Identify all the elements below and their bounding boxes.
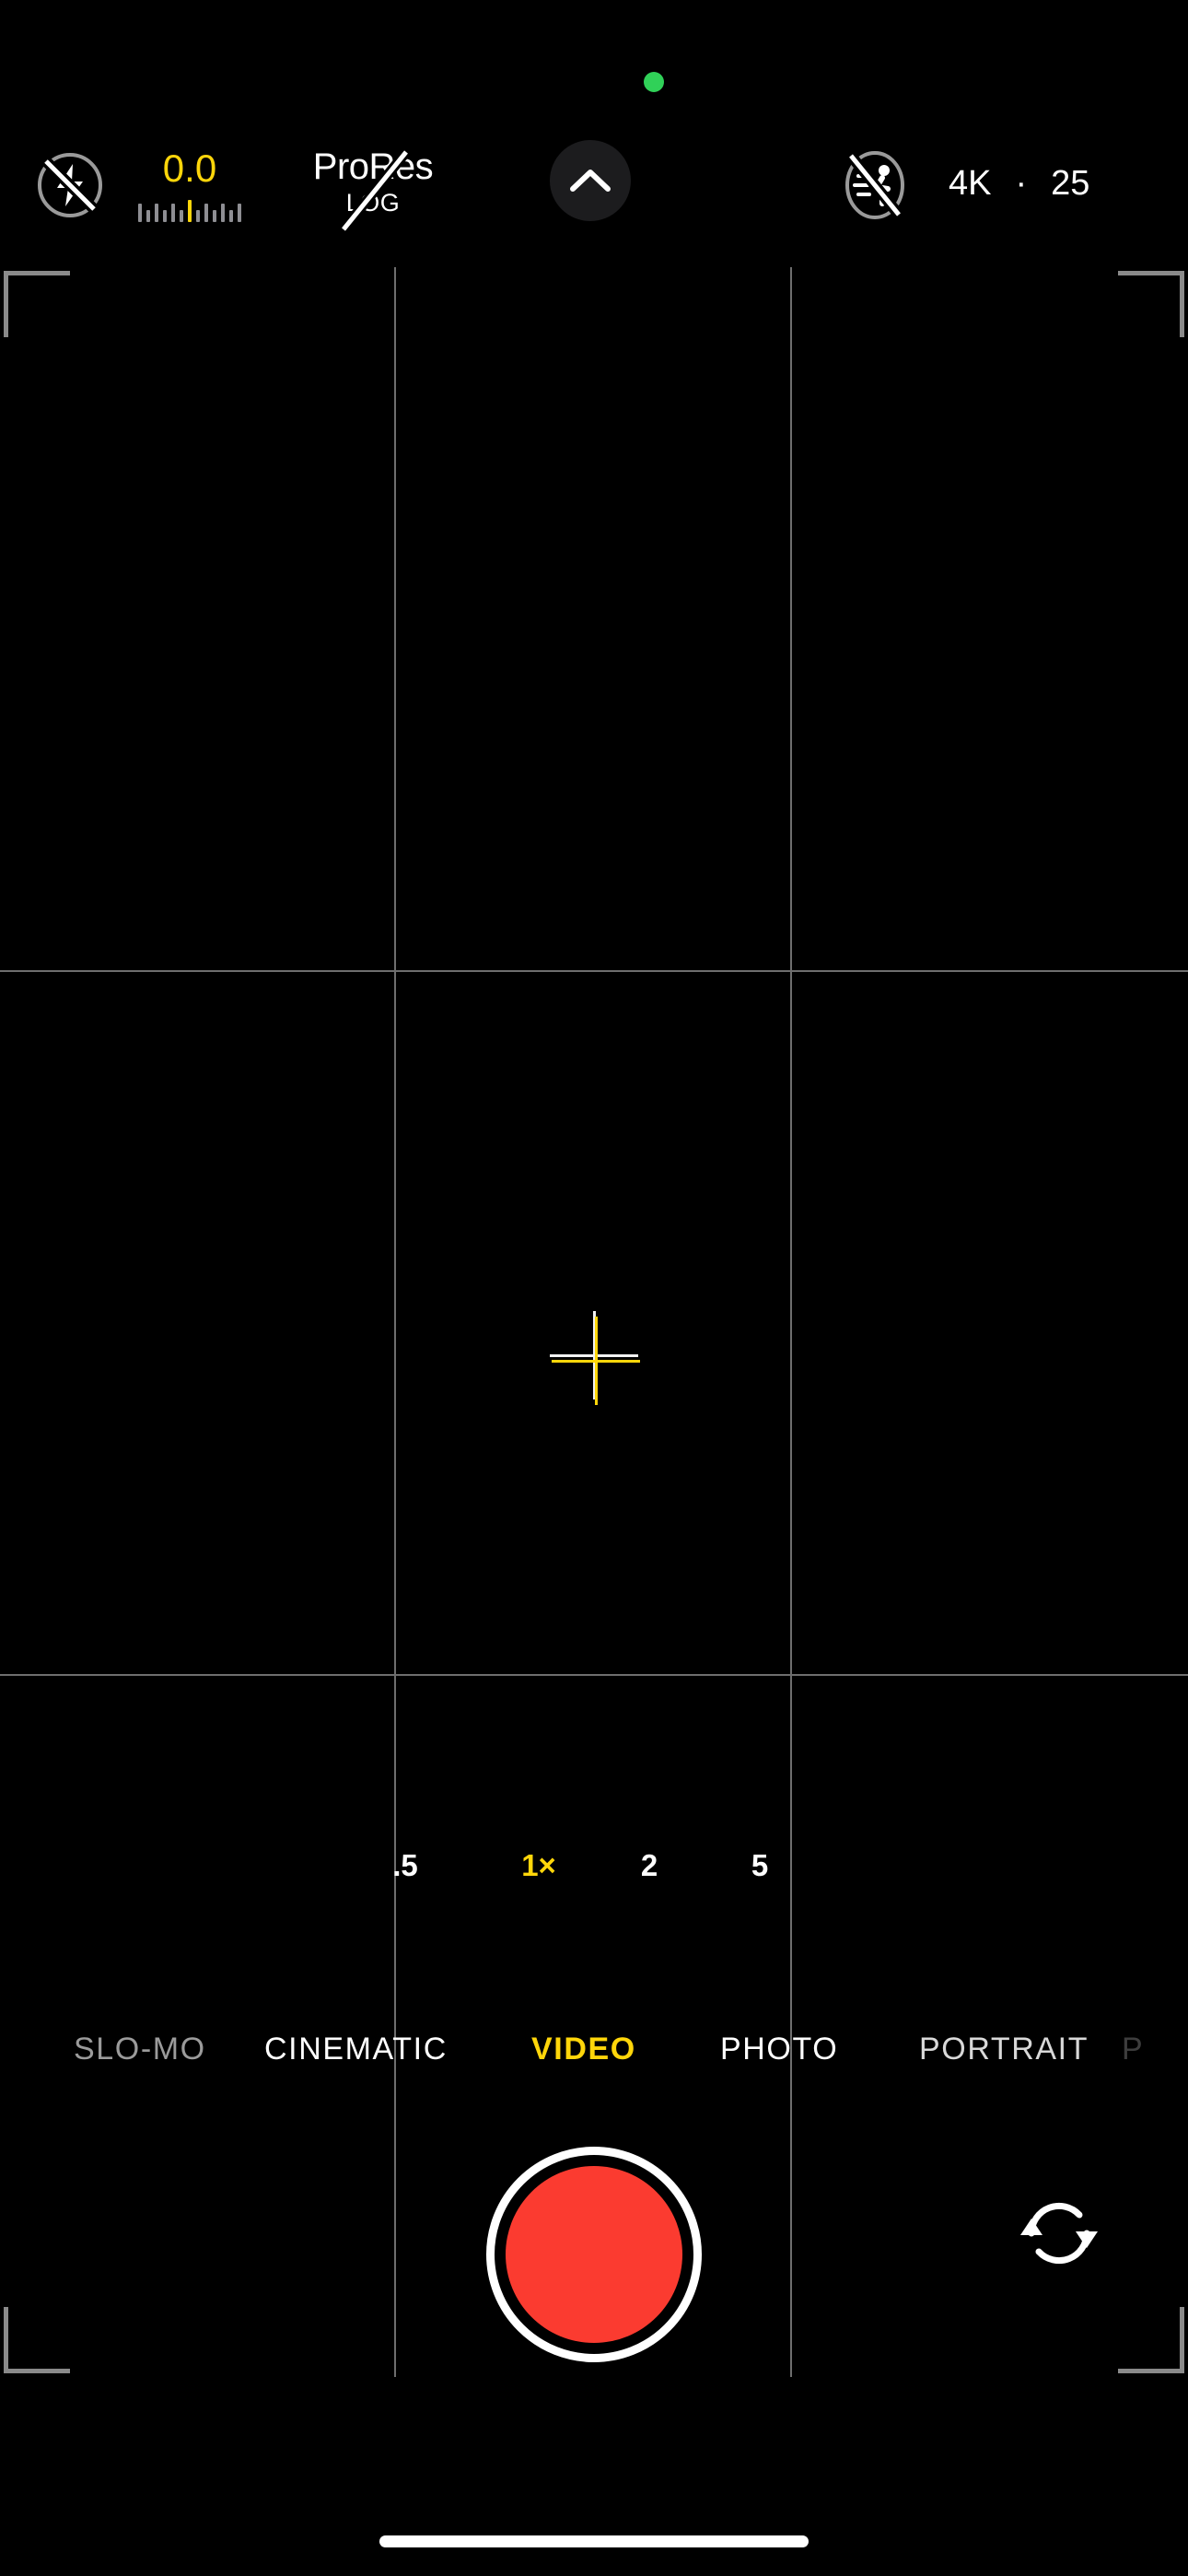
top-control-bar: 0.0 ProRes LOG 4K · 25 [0,140,1188,253]
mode-pano[interactable]: P [1122,2023,1144,2075]
video-format-control[interactable]: 4K · 25 [949,158,1089,209]
zoom-option-2x[interactable]: 2 [617,1848,681,1883]
mode-selector[interactable]: SLO-MO CINEMATIC VIDEO PHOTO PORTRAIT P [0,2023,1188,2075]
frame-corner-bottom-left [4,2307,70,2373]
zoom-option-5x[interactable]: 5 [728,1848,792,1883]
mode-photo[interactable]: PHOTO [720,2023,838,2075]
zoom-option-0-5x[interactable]: .5 [373,1848,437,1883]
camera-in-use-dot [644,72,664,92]
zoom-option-1x[interactable]: 1× [497,1848,580,1883]
record-button-inner [506,2166,682,2343]
grid-line-horizontal-1 [0,970,1188,972]
camera-app-screen: 0.0 ProRes LOG 4K · 25 .5 1× 2 5 SLO-MO … [0,0,1188,2576]
expand-controls-button[interactable] [550,140,631,221]
format-separator: · [1015,164,1028,203]
camera-flip-button[interactable] [1000,2174,1118,2292]
camera-flip-icon [1020,2202,1098,2265]
flash-off-icon[interactable] [35,150,105,220]
frame-corner-top-right [1118,271,1184,337]
mode-video[interactable]: VIDEO [531,2023,636,2075]
mode-slo-mo[interactable]: SLO-MO [74,2023,206,2075]
mode-cinematic[interactable]: CINEMATIC [264,2023,448,2075]
frame-corner-bottom-right [1118,2307,1184,2373]
grid-line-horizontal-2 [0,1674,1188,1676]
exposure-value: 0.0 [162,146,217,190]
exposure-compensation-control[interactable]: 0.0 [127,145,252,233]
record-button[interactable] [486,2147,702,2362]
resolution-label: 4K [949,163,992,203]
mode-portrait[interactable]: PORTRAIT [919,2023,1089,2075]
level-crosshair-icon [550,1311,640,1405]
home-indicator-bar[interactable] [379,2535,809,2547]
prores-log-off-icon[interactable]: ProRes LOG [290,145,456,237]
frame-rate-label: 25 [1051,163,1090,203]
frame-corner-top-left [4,271,70,337]
level-crosshair-active [552,1317,640,1405]
zoom-selector: .5 1× 2 5 [0,1839,1188,1892]
chevron-up-icon [570,170,611,192]
exposure-ruler [127,196,252,222]
action-mode-off-icon[interactable] [836,146,914,224]
log-label: LOG [345,189,401,217]
prores-label: ProRes [312,146,434,187]
